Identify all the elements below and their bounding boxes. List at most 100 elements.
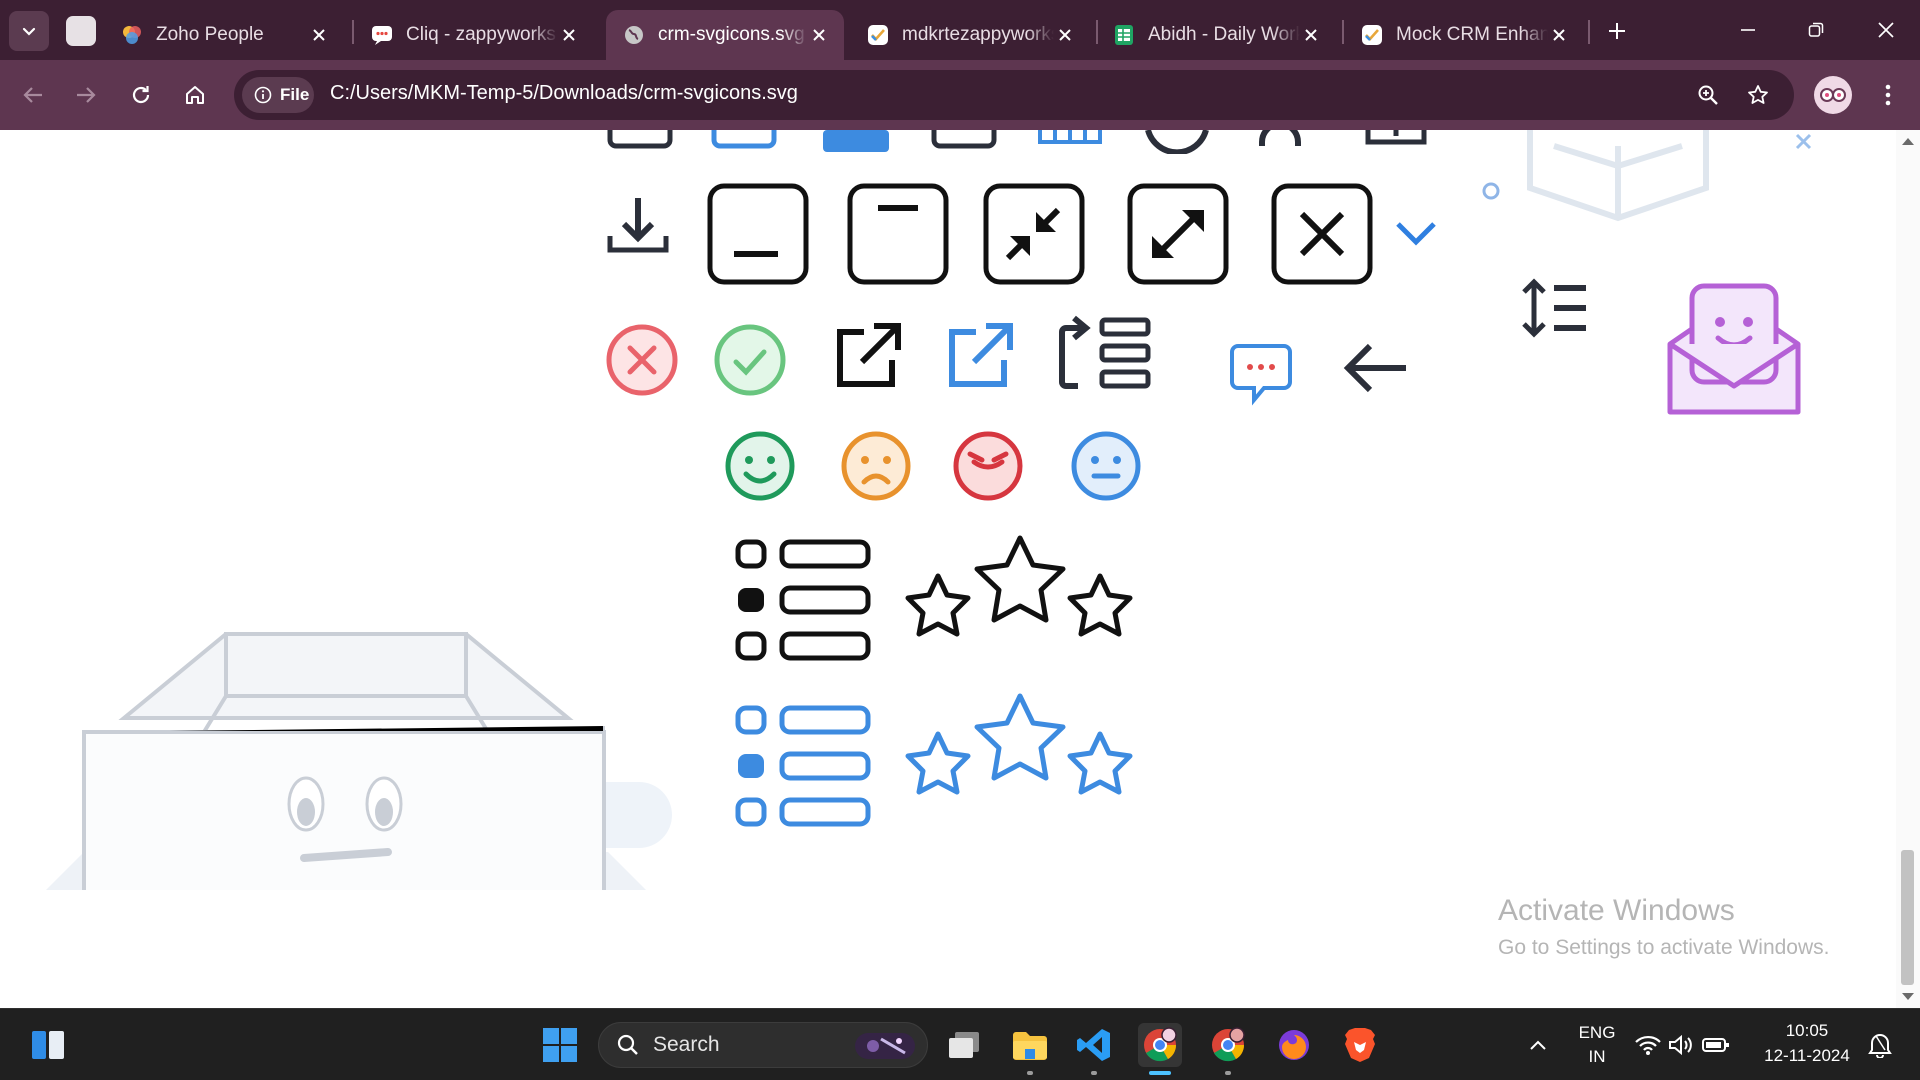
close-icon[interactable] [558,24,580,46]
bookmark-button[interactable] [1740,77,1776,113]
start-button[interactable] [538,1023,582,1067]
running-indicator [1091,1071,1097,1075]
tab-group-chip[interactable] [66,16,96,46]
scroll-up-arrow[interactable] [1902,138,1914,145]
restore-button[interactable] [1796,10,1836,50]
address-bar[interactable]: File C:/Users/MKM-Temp-5/Downloads/crm-s… [234,70,1794,120]
restore-icon [1808,22,1824,37]
quick-settings-button[interactable] [1632,1023,1732,1067]
smiley-mail-icon [1667,283,1801,415]
windows-taskbar: Search ENG IN 10:05 12-11-2024 [0,1008,1920,1080]
sheet-icon [1112,23,1136,47]
site-chip-label: File [280,85,310,104]
windows-logo-icon [543,1028,577,1062]
watermark-title: Activate Windows [1498,894,1735,927]
firefox-icon [1279,1030,1309,1060]
cliq-icon [370,23,394,47]
clock[interactable]: 10:05 12-11-2024 [1752,1021,1862,1066]
option-list-icon [735,539,871,661]
kebab-menu-icon [1885,84,1891,106]
success-circle-icon [714,324,786,396]
tab-mock-crm[interactable]: Mock CRM Enhancements [1344,10,1584,60]
close-icon[interactable] [308,24,330,46]
brave-button[interactable] [1338,1023,1382,1067]
back-arrow-icon [1343,343,1406,393]
wifi-icon [1635,1035,1661,1055]
close-window-button[interactable] [1866,10,1906,50]
tab-search-button[interactable] [9,11,49,51]
rating-stars-blue-icon [905,693,1133,795]
scroll-down-arrow[interactable] [1902,993,1914,1000]
battery-icon [1702,1038,1729,1052]
new-tab-button[interactable] [1599,13,1635,49]
chrome-icon [1144,1027,1177,1062]
tab-mdkrte[interactable]: mdkrtezappyworks [850,10,1090,60]
tab-title: crm-svgicons.svg [658,24,805,45]
show-hidden-icons-button[interactable] [1516,1023,1560,1067]
collapse-icon [983,183,1085,285]
widgets-icon [32,1031,64,1059]
close-icon[interactable] [1054,24,1076,46]
svg-viewer: Activate Windows Go to Settings to activ… [0,130,1920,1008]
vertical-scrollbar[interactable] [1896,130,1920,1008]
search-highlight-image-icon [855,1033,915,1059]
neutral-face-icon [1071,431,1141,501]
browser-menu-button[interactable] [1870,76,1906,114]
firefox-button[interactable] [1272,1023,1316,1067]
notification-bell-icon [1868,1034,1892,1058]
search-icon [617,1034,638,1055]
tab-strip: Zoho People Cliq - zappyworks crm-svgico… [0,0,1920,60]
language-code: ENG [1578,1023,1616,1042]
volume-icon [1669,1034,1692,1056]
language-indicator[interactable]: ENG IN [1572,1023,1622,1067]
reload-icon [132,86,150,104]
clock-time: 10:05 [1785,1021,1829,1040]
close-icon [1795,133,1812,150]
tab-title: Mock CRM Enhancements [1396,24,1548,45]
tab-cliq[interactable]: Cliq - zappyworks [354,10,594,60]
tab-abidh-daily-work[interactable]: Abidh - Daily Work [1096,10,1336,60]
back-button[interactable] [13,75,53,115]
chrome-profile-2-button[interactable] [1206,1023,1250,1075]
chat-bubble-icon [1230,344,1292,406]
happy-face-icon [725,431,795,501]
subtask-list-icon [1059,315,1151,389]
reload-button[interactable] [121,75,161,115]
glasses-avatar-icon [1820,88,1846,102]
zoom-button[interactable] [1690,77,1726,113]
browser-toolbar: File C:/Users/MKM-Temp-5/Downloads/crm-s… [0,60,1920,130]
folder-icon [1013,1032,1047,1060]
site-info-chip[interactable]: File [242,77,314,113]
chrome-icon [1212,1027,1245,1062]
tab-crm-svgicons[interactable]: crm-svgicons.svg [606,10,844,60]
close-icon[interactable] [1548,24,1570,46]
close-icon[interactable] [1300,24,1322,46]
notifications-button[interactable] [1862,1023,1898,1067]
forward-button[interactable] [66,75,106,115]
arrow-right-icon [77,87,96,103]
chrome-profile-1-button[interactable] [1138,1023,1182,1075]
profile-avatar[interactable] [1814,76,1852,114]
vscode-button[interactable] [1072,1023,1116,1075]
activation-watermark: Activate Windows Go to Settings to activ… [1498,894,1830,960]
tab-title: Zoho People [156,24,264,45]
option-list-blue-icon [735,705,871,827]
tab-zoho-people[interactable]: Zoho People [104,10,344,60]
url-text[interactable]: C:/Users/MKM-Temp-5/Downloads/crm-svgico… [330,82,798,105]
home-button[interactable] [175,75,215,115]
task-view-button[interactable] [942,1023,986,1067]
home-icon [186,86,204,104]
region-code: IN [1588,1047,1606,1066]
taskbar-search[interactable]: Search [598,1022,928,1068]
clock-date: 12-11-2024 [1764,1046,1850,1065]
task-view-icon [949,1032,979,1058]
scroll-thumb[interactable] [1901,850,1914,985]
minimize-button[interactable] [1728,10,1768,50]
file-explorer-button[interactable] [1008,1023,1052,1075]
close-icon[interactable] [808,24,830,46]
minimize-window-icon [707,183,809,285]
search-label: Search [653,1033,720,1056]
widgets-button[interactable] [26,1023,70,1067]
running-indicator [1225,1071,1231,1075]
chevron-down-icon [1396,222,1436,246]
